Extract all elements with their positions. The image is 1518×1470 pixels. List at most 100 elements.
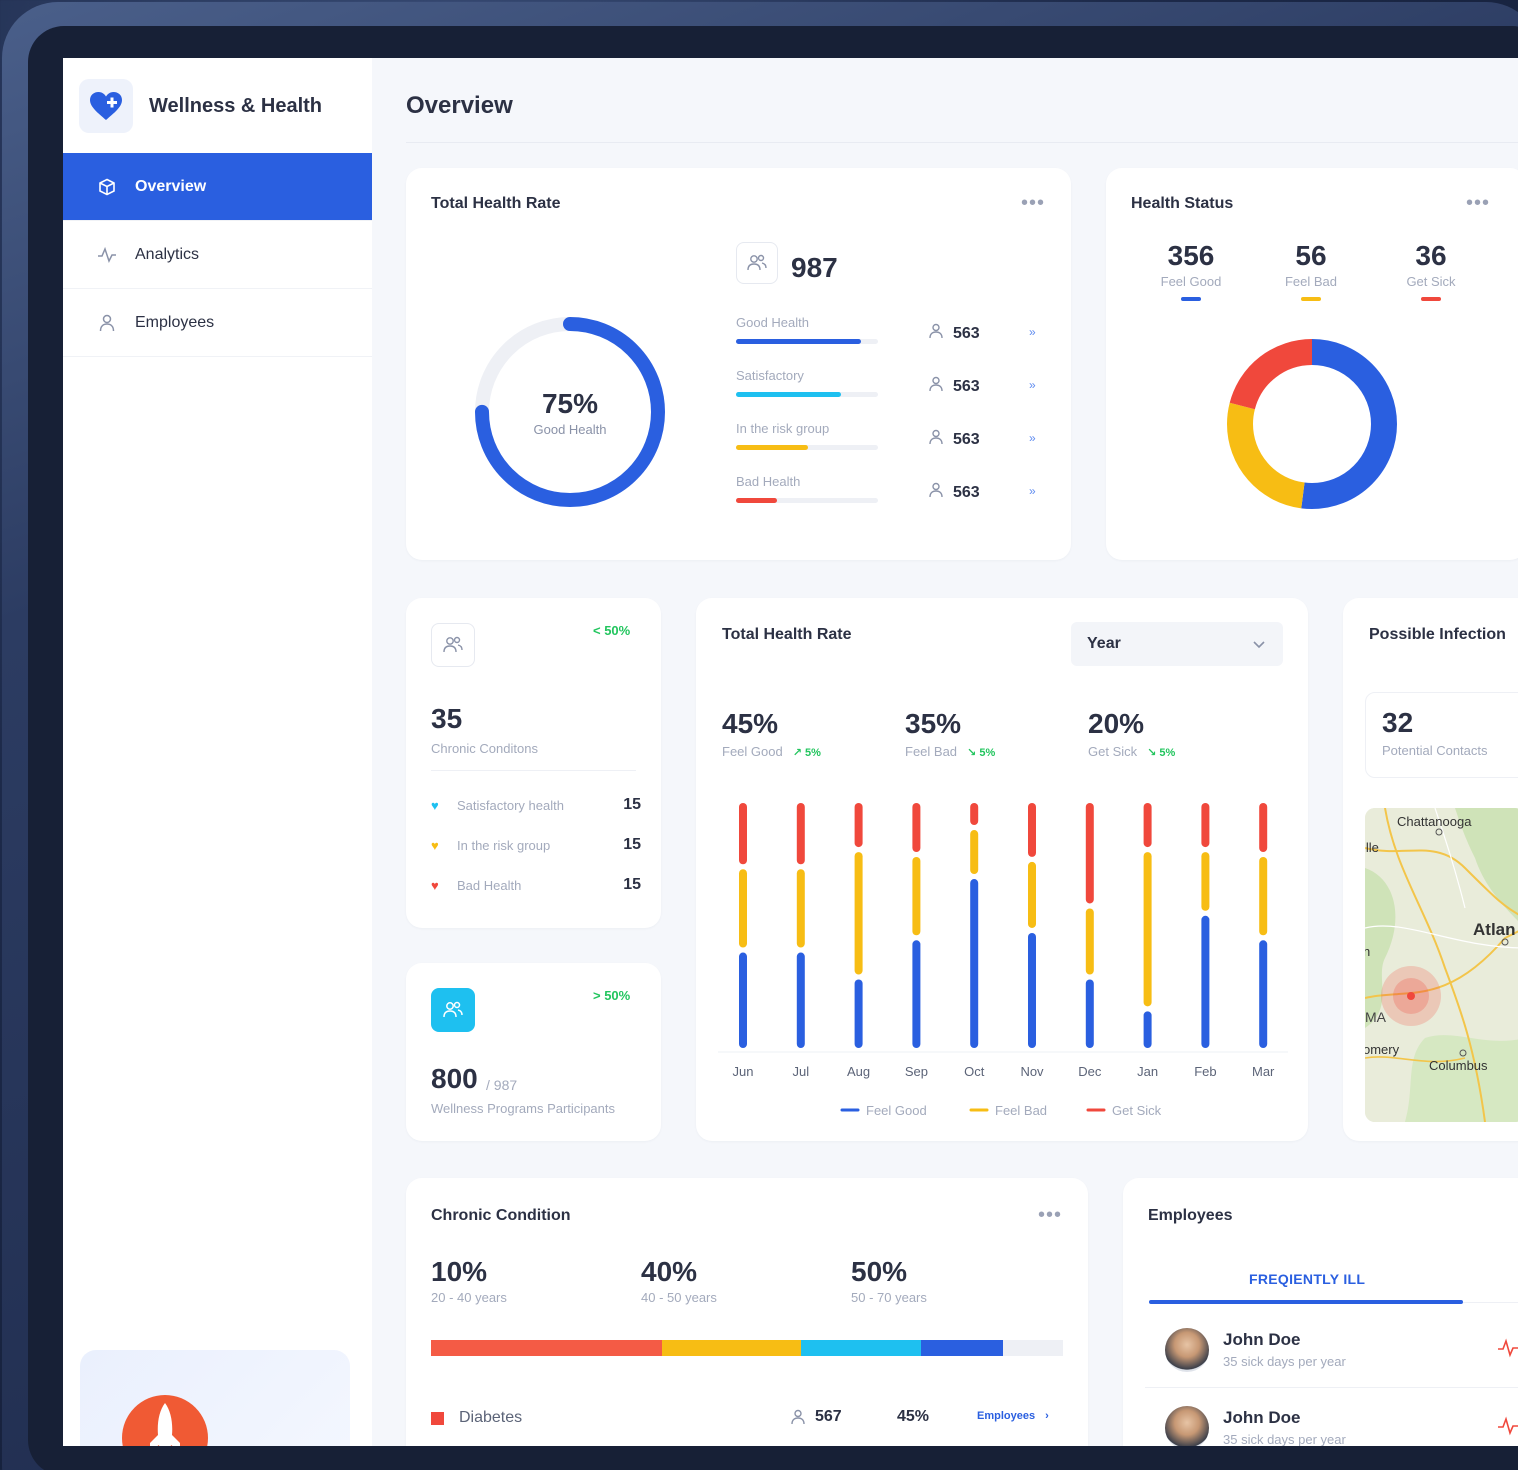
chevron-right-icon[interactable]: » — [1029, 431, 1036, 445]
contacts-box: 32 Potential Contacts — [1365, 692, 1518, 778]
x-tick-label: Mar — [1252, 1064, 1275, 1079]
map-label: n — [1365, 944, 1370, 959]
avatar — [1165, 1328, 1209, 1372]
tab-divider — [1463, 1302, 1518, 1303]
sidebar-item-label: Overview — [135, 177, 207, 195]
more-options-icon[interactable]: ••• — [1466, 193, 1490, 213]
more-options-icon[interactable]: ••• — [1038, 1205, 1062, 1225]
chevron-right-icon[interactable]: » — [1029, 378, 1036, 392]
employee-sub: 35 sick days per year — [1223, 1432, 1346, 1446]
period-select[interactable]: Year — [1071, 622, 1283, 666]
x-tick-label: Jan — [1137, 1064, 1158, 1079]
health-stat-value: 56 — [1295, 240, 1327, 271]
legend-row: ♥ In the risk group 15 — [431, 835, 641, 855]
chevron-right-icon[interactable]: » — [1029, 325, 1036, 339]
kpi-label-row: Feel Bad ↘ 5% — [905, 744, 995, 759]
metric-row[interactable]: Bad Health 563 » — [736, 474, 1046, 514]
metric-progress — [736, 392, 878, 397]
metric-progress-fill — [736, 392, 842, 397]
more-options-icon[interactable]: ••• — [1021, 193, 1045, 213]
age-distribution-bar — [431, 1340, 1063, 1356]
age-stat-value: 50% — [851, 1256, 908, 1287]
employee-name: John Doe — [1223, 1408, 1301, 1427]
x-tick-label: Oct — [964, 1064, 985, 1079]
employees-link-label: Employees — [977, 1410, 1036, 1422]
age-stat-value: 10% — [431, 1256, 488, 1287]
health-stat-label: Get Sick — [1406, 274, 1456, 289]
chevron-right-icon: › — [1045, 1410, 1049, 1422]
legend-label: Feel Good — [866, 1103, 927, 1118]
x-tick-label: Feb — [1194, 1064, 1216, 1079]
metric-progress — [736, 339, 878, 344]
sidebar-item-analytics[interactable]: Analytics — [63, 221, 372, 289]
x-tick-label: Nov — [1020, 1064, 1044, 1079]
age-stat: 40% 40 - 50 years — [641, 1256, 717, 1305]
metric-count-value: 563 — [953, 483, 980, 501]
promo-card[interactable] — [80, 1350, 350, 1446]
health-status-card: Health Status ••• 356 Feel Good 56 Feel Bad… — [1106, 168, 1518, 560]
bar-chart-card: Total Health Rate Year 45% Feel Good ↗ 5% 3… — [696, 598, 1308, 1141]
metric-progress-fill — [736, 445, 809, 450]
metric-label: Good Health — [736, 315, 809, 330]
sidebar-item-employees[interactable]: Employees — [63, 289, 372, 357]
employee-row[interactable]: John Doe 35 sick days per year — [1145, 1320, 1518, 1388]
brand-name: Wellness & Health — [149, 94, 323, 117]
legend-label: Bad Health — [457, 877, 522, 893]
metric-count: 563 — [929, 323, 980, 344]
condition-label: Diabetes — [459, 1409, 523, 1426]
legend-value: 15 — [623, 836, 641, 853]
health-stat-swatch — [1181, 297, 1201, 301]
metric-count: 563 — [929, 482, 980, 503]
condition-percent: 45% — [897, 1408, 930, 1425]
sidebar-nav: Overview Analytics Employees — [63, 153, 372, 357]
condition-swatch — [431, 1411, 444, 1425]
legend-label: Feel Bad — [995, 1103, 1047, 1118]
age-segment — [800, 1340, 921, 1356]
user-icon — [929, 323, 943, 344]
x-tick-label: Dec — [1078, 1064, 1102, 1079]
wellness-participants-card: > 50% 800 / 987 Wellness Programs Partic… — [406, 963, 661, 1141]
chevron-right-icon[interactable]: » — [1029, 484, 1036, 498]
metric-row[interactable]: Satisfactory 563 » — [736, 368, 1046, 408]
participants-count: 800 — [431, 1063, 478, 1094]
chronic-label: Chronic Conditons — [431, 741, 538, 756]
brand[interactable]: Wellness & Health — [79, 78, 322, 134]
sidebar: Wellness & Health Overview Analytics Emp… — [63, 58, 372, 1446]
condition-count: 567 — [791, 1408, 842, 1426]
employee-name: John Doe — [1223, 1330, 1301, 1349]
user-icon — [929, 376, 943, 397]
sidebar-item-overview[interactable]: Overview — [63, 153, 372, 221]
possible-infection-card: Possible Infection 32 Potential Contacts — [1343, 598, 1518, 1141]
user-icon — [97, 313, 117, 333]
participants-label: Wellness Programs Participants — [431, 1101, 615, 1116]
donut-center: 75% Good Health — [500, 388, 640, 437]
metric-progress — [736, 445, 878, 450]
condition-row[interactable]: Diabetes 567 45% Employees › — [431, 1407, 1061, 1429]
divider — [431, 770, 636, 771]
age-stat: 50% 50 - 70 years — [851, 1256, 927, 1305]
map-label: omery — [1365, 1042, 1400, 1057]
metric-label: Bad Health — [736, 474, 801, 489]
infection-map[interactable]: Chattanooga Atlan Columbus omery MA ille… — [1365, 808, 1518, 1122]
legend-value: 15 — [623, 876, 641, 893]
age-stat-value: 40% — [641, 1256, 698, 1287]
map-label: Columbus — [1429, 1058, 1488, 1073]
card-title: Employees — [1148, 1207, 1233, 1224]
metric-row[interactable]: In the risk group 563 » — [736, 421, 1046, 461]
metric-progress — [736, 498, 878, 503]
employees-link[interactable]: Employees › — [977, 1410, 1049, 1422]
total-count: 987 — [791, 252, 838, 283]
kpi-value: 35% — [905, 708, 962, 739]
donut-label: Good Health — [533, 422, 607, 437]
chronic-conditions-card: < 50% 35 Chronic Conditons ♥ Satisfactory… — [406, 598, 661, 928]
tab-frequently-ill[interactable]: FREQIENTLY ILL — [1249, 1271, 1365, 1287]
card-title: Total Health Rate — [722, 626, 852, 643]
health-stat-label: Feel Bad — [1284, 274, 1338, 289]
employee-row[interactable]: John Doe 35 sick days per year — [1145, 1398, 1518, 1446]
kpi-label: Feel Good — [722, 744, 783, 759]
chronic-condition-card: Chronic Condition ••• 10% 20 - 40 years 40… — [406, 1178, 1088, 1446]
metric-row[interactable]: Good Health 563 » — [736, 315, 1046, 355]
kpi-trend: ↘ 5% — [967, 747, 996, 759]
health-stat-swatch — [1301, 297, 1321, 301]
kpi-label: Get Sick — [1088, 744, 1138, 759]
